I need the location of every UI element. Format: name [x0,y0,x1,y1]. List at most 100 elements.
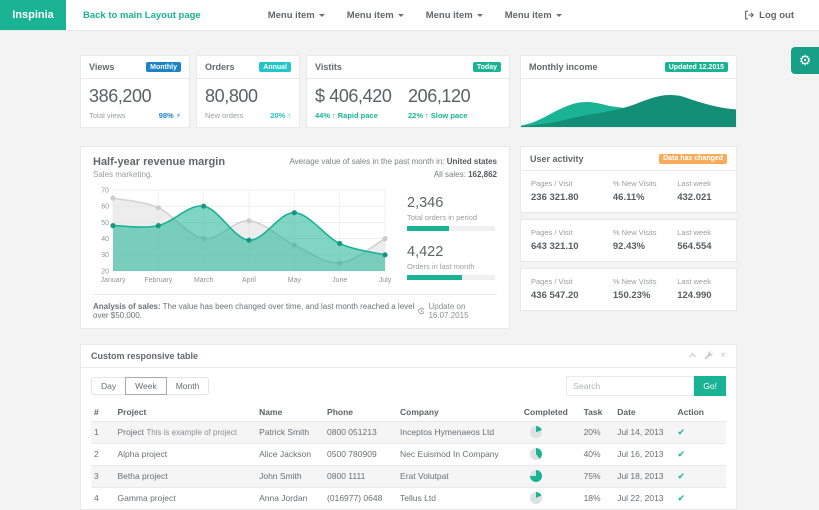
revenue-panel-title: Half-year revenue margin [93,156,225,168]
ua-label: Last week [677,277,726,286]
svg-text:70: 70 [101,187,109,194]
table-row: 3Betha projectJohn Smith0800 1111Erat Vo… [91,465,726,487]
table-row: 4Gamma projectAnna Jordan(016977) 0648Te… [91,487,726,509]
monthly-badge: Monthly [146,62,181,72]
vistits-metric-2: 206,120 22%↑Slow pace [408,83,501,120]
caret-down-icon [556,14,562,17]
go-button[interactable]: Go! [694,376,726,396]
views-card: Views Monthly 386,200 Total views 98%⚡ [80,55,190,128]
svg-text:March: March [194,277,214,284]
ua-value: 124.990 [677,290,726,301]
ua-label: Pages / Visit [531,179,613,188]
ua-value: 436 547.20 [531,290,613,301]
annual-badge: Annual [259,62,291,72]
svg-text:July: July [379,277,392,284]
column-header-action: Action [675,403,726,422]
ua-value: 432.021 [677,192,726,203]
data-changed-badge: Data has changed [659,154,727,164]
svg-text:20: 20 [101,268,109,275]
column-header-num: # [91,403,114,422]
menu-item-3[interactable]: Menu item [415,0,494,30]
table-panel-title: Custom responsive table [91,351,198,361]
ua-label: % New Visits [613,277,677,286]
brand-logo[interactable]: Inspinia [0,0,66,30]
ua-label: Pages / Visit [531,228,613,237]
completed-pie-icon [530,470,542,482]
level-up-icon: ↑ [425,111,429,120]
analysis-text: Analysis of sales: The value has been ch… [93,302,418,320]
back-to-layout-link[interactable]: Back to main Layout page [66,0,217,30]
views-sub-label: Total views [89,111,126,120]
check-icon[interactable]: ✔ [678,449,686,459]
ua-value: 643 321.10 [531,241,613,252]
orders-month-label: Orders in last month [407,262,495,271]
monthly-income-card: Monthly income Updated 12.2015 [520,55,737,128]
completed-pie-icon [530,492,542,504]
ua-label: % New Visits [613,228,677,237]
period-button-group: DayWeekMonth [91,377,209,395]
ua-label: Pages / Visit [531,277,613,286]
update-info: Update on 16.07.2015 [418,302,497,320]
svg-text:April: April [242,277,256,284]
check-icon[interactable]: ✔ [678,493,686,503]
period-button-week[interactable]: Week [125,377,167,395]
menu-item-4[interactable]: Menu item [494,0,573,30]
user-activity-row: Pages / Visit 436 547.20% New Visits 150.2… [521,269,736,310]
check-icon[interactable]: ✔ [678,427,686,437]
level-up-icon: ↑ [332,111,336,120]
revenue-panel: Half-year revenue margin Sales marketing… [80,146,510,329]
top-navbar: Inspinia Back to main Layout page Menu i… [0,0,819,31]
revenue-stats: 2,346 Total orders in period 4,422 Order… [393,185,497,293]
vistits-metric-1: $ 406,420 44%↑Rapid pace [315,83,408,120]
user-activity-panel: User activity Data has changed Pages / V… [520,146,737,329]
column-header-date: Date [614,403,674,422]
vistits-card: Vistits Today $ 406,420 44%↑Rapid pace 2… [306,55,510,128]
custom-table-panel: Custom responsive table × DayWeekMonth G… [80,344,737,510]
collapse-icon[interactable] [688,351,697,360]
logout-label: Log out [759,10,794,21]
user-activity-box: Pages / Visit 436 547.20% New Visits 150.2… [520,268,737,311]
orders-period-value: 2,346 [407,195,495,211]
svg-text:June: June [332,277,347,284]
close-icon[interactable]: × [720,351,726,361]
completed-pie-icon [530,448,542,460]
wrench-icon[interactable] [704,351,713,360]
period-button-day[interactable]: Day [91,377,126,395]
table-row: 2Alpha projectAlice Jackson0500 780909Ne… [91,443,726,465]
vistits-card-title: Vistits [315,62,342,72]
user-activity-row: Pages / Visit643 321.10% New Visits92.43… [521,220,736,261]
svg-text:40: 40 [101,236,109,243]
page-content: Views Monthly 386,200 Total views 98%⚡ O… [0,31,737,510]
column-header-project: Project [114,403,256,422]
theme-settings-button[interactable]: ⚙ [791,47,819,74]
user-activity-box: Pages / Visit643 321.10% New Visits92.43… [520,219,737,262]
orders-sub-label: New orders [205,111,243,120]
projects-table: #ProjectNamePhoneCompanyCompletedTaskDat… [91,403,726,509]
menu-item-2[interactable]: Menu item [336,0,415,30]
menu-item-1[interactable]: Menu item [257,0,336,30]
ua-label: Last week [677,228,726,237]
orders-month-progress [407,275,495,280]
ua-value: 150.23% [613,290,677,301]
orders-period-label: Total orders in period [407,213,495,222]
bolt-icon: ⚡ [176,111,181,120]
clock-icon [418,307,425,315]
caret-down-icon [398,14,404,17]
income-card-title: Monthly income [529,62,598,72]
check-icon[interactable]: ✔ [678,471,686,481]
views-value: 386,200 [89,86,181,107]
sign-out-icon [744,10,754,20]
search-input[interactable] [566,376,694,396]
logout-button[interactable]: Log out [744,0,819,30]
completed-pie-icon [530,426,542,438]
period-button-month[interactable]: Month [166,377,210,395]
user-activity-title: User activity [530,154,584,164]
gears-icon: ⚙ [799,52,812,69]
orders-stat: 20%↑ [270,111,291,120]
orders-month-value: 4,422 [407,244,495,260]
revenue-area-chart: 203040506070JanuaryFebruaryMarchAprilMay… [93,185,393,285]
svg-text:50: 50 [101,219,109,226]
column-header-name: Name [256,403,324,422]
orders-period-progress [407,226,495,231]
ua-value: 236 321.80 [531,192,613,203]
